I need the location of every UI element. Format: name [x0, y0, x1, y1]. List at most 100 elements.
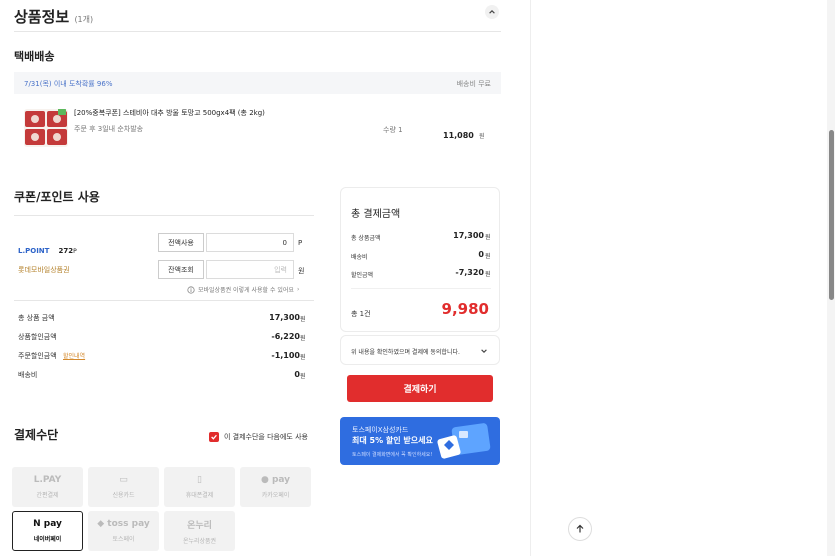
summary-label-0: 총 상품금액 [351, 235, 381, 242]
left-total-value-3: 0 [294, 370, 300, 379]
left-total-label-2: 주문할인금액 [18, 352, 57, 360]
pay-tile-label: 간편결제 [36, 492, 59, 499]
summary-unit-0: 원 [485, 234, 491, 241]
coupon-section-title: 쿠폰/포인트 사용 [14, 190, 100, 204]
lpoint-input-value: 0 [282, 238, 287, 247]
pay-tile-label: 토스페이 [112, 536, 135, 543]
pay-tile-lpay[interactable]: L.PAY 간편결제 [12, 467, 83, 507]
remember-payment-label: 이 결제수단을 다음에도 사용 [224, 433, 308, 441]
promo-line-2: 최대 5% 할인 받으세요 [352, 436, 433, 445]
chevron-down-icon [481, 349, 487, 353]
summary-value-2: -7,320 [455, 268, 484, 277]
pay-tile-kakaopay[interactable]: ● pay 카카오페이 [240, 467, 311, 507]
product-price: 11,080 원 [443, 123, 485, 142]
product-price-unit: 원 [478, 133, 485, 140]
voucher-label: 롯데모바일상품권 [18, 266, 70, 274]
remember-payment-checkbox[interactable]: 이 결제수단을 다음에도 사용 [209, 432, 308, 442]
promo-banner[interactable]: 토스페이X삼성카드 최대 5% 할인 받으세요 토스페이 결제화면에서 꼭 확인… [340, 417, 500, 465]
product-count: (1개) [74, 15, 94, 24]
left-total-label-0: 총 상품 금액 [18, 314, 55, 322]
pay-tile-onnuri[interactable]: 온누리 온누리상품권 [164, 511, 235, 551]
summary-total: 9,980 [441, 300, 489, 318]
left-total-value-1: -6,220 [271, 332, 300, 341]
summary-label-1: 배송비 [351, 254, 368, 261]
divider [14, 215, 314, 216]
lpoint-balance: 272 [58, 247, 74, 255]
naverpay-logo: N pay [33, 519, 62, 529]
pay-tile-credit-card[interactable]: ▭ 신용카드 [88, 467, 159, 507]
product-name[interactable]: [20%중복쿠폰] 스테비아 대추 방울 토망고 500gx4팩 (총 2kg) [74, 108, 265, 118]
pay-tile-label: 카카오페이 [261, 492, 290, 499]
voucher-input[interactable]: 입력 [206, 260, 294, 279]
summary-unit-2: 원 [485, 271, 491, 278]
divider [14, 31, 501, 32]
delivery-info-bar: 7/31(목) 이내 도착확률 96% 배송비 무료 [14, 72, 501, 94]
summary-value-1: 0 [478, 250, 484, 259]
pay-tile-tosspay[interactable]: ◆ toss pay 토스페이 [88, 511, 159, 551]
chevron-right-icon: › [296, 286, 300, 293]
chevron-up-icon [489, 10, 495, 14]
lpoint-brand: L.POINT [18, 247, 50, 255]
arrow-up-icon [576, 524, 584, 533]
shipping-fee: 배송비 무료 [456, 80, 491, 88]
credit-card-icon: ▭ [119, 475, 128, 485]
voucher-notice-link[interactable]: 모바일상품권 이렇게 사용할 수 있어요 › [187, 285, 299, 294]
promo-line-3: 토스페이 결제화면에서 꼭 확인하세요! [352, 452, 433, 458]
onnuri-logo: 온누리 [187, 520, 212, 531]
delivery-title: 택배배송 [14, 50, 55, 63]
left-total-value-0: 17,300 [269, 313, 300, 322]
pay-button[interactable]: 결제하기 [347, 375, 493, 402]
product-shipping-note: 주문 후 3일내 순차발송 [74, 125, 144, 133]
checkbox-checked-icon [209, 432, 219, 442]
payment-method-title: 결제수단 [14, 428, 59, 442]
discount-detail-link[interactable]: 할인내역 [63, 351, 85, 360]
lpoint-balance-unit: P [73, 248, 77, 255]
product-qty: 수량 1 [383, 126, 403, 134]
product-price-value: 11,080 [443, 131, 474, 140]
left-total-label-1: 상품할인금액 [18, 333, 57, 341]
voucher-notice-text: 모바일상품권 이렇게 사용할 수 있어요 [198, 287, 294, 294]
lpoint-input[interactable]: 0 [206, 233, 294, 252]
product-image [24, 109, 68, 147]
summary-title: 총 결제금액 [351, 209, 401, 220]
tosspay-logo: ◆ toss pay [97, 519, 150, 529]
left-total-unit-0: 원 [300, 316, 306, 323]
pay-tile-label: 휴대폰결제 [185, 492, 214, 499]
left-total-unit-3: 원 [300, 373, 306, 380]
use-all-points-button[interactable]: 전액사용 [158, 233, 204, 252]
promo-line-1: 토스페이X삼성카드 [352, 426, 409, 434]
left-total-unit-1: 원 [300, 335, 306, 342]
scrollbar-thumb[interactable] [829, 130, 834, 300]
info-icon [187, 285, 195, 294]
pay-tile-label: 온누리상품권 [182, 537, 217, 545]
summary-value-0: 17,300 [453, 231, 484, 240]
lpoint-input-unit: P [298, 239, 303, 247]
lpay-logo: L.PAY [33, 475, 62, 485]
right-blank-panel [530, 0, 835, 556]
left-total-label-3: 배송비 [18, 371, 38, 379]
voucher-input-unit: 원 [298, 267, 305, 275]
left-total-unit-2: 원 [300, 354, 306, 361]
mobile-phone-icon: ▯ [197, 475, 202, 485]
delivery-arrival: 7/31(목) 이내 도착확률 96% [24, 80, 113, 88]
divider [351, 288, 491, 289]
product-section-title-text: 상품정보 [14, 8, 70, 26]
summary-count: 총 1건 [351, 310, 371, 318]
product-section-title: 상품정보 (1개) [14, 6, 93, 27]
pay-tile-label: 네이버페이 [33, 536, 62, 543]
agree-toggle[interactable]: 위 내용을 확인하였으며 결제에 동의합니다. [340, 335, 500, 365]
voucher-input-placeholder: 입력 [274, 265, 287, 274]
scroll-top-button[interactable] [568, 517, 592, 541]
product-thumbnail[interactable] [24, 109, 68, 147]
pay-tile-naverpay[interactable]: N pay 네이버페이 [12, 511, 83, 551]
summary-unit-1: 원 [485, 253, 491, 260]
pay-tile-label: 신용카드 [112, 492, 135, 499]
card-illustration-icon [437, 423, 491, 459]
agree-text: 위 내용을 확인하였으며 결제에 동의합니다. [351, 349, 460, 356]
collapse-product-button[interactable] [485, 5, 499, 19]
pay-tile-mobile[interactable]: ▯ 휴대폰결제 [164, 467, 235, 507]
payment-summary-card: 총 결제금액 총 상품금액 17,300 원 배송비 0 원 할인금액 -7,3… [340, 187, 500, 332]
summary-label-2: 할인금액 [351, 272, 374, 279]
left-total-value-2: -1,100 [271, 351, 300, 360]
check-balance-button[interactable]: 잔액조회 [158, 260, 204, 279]
